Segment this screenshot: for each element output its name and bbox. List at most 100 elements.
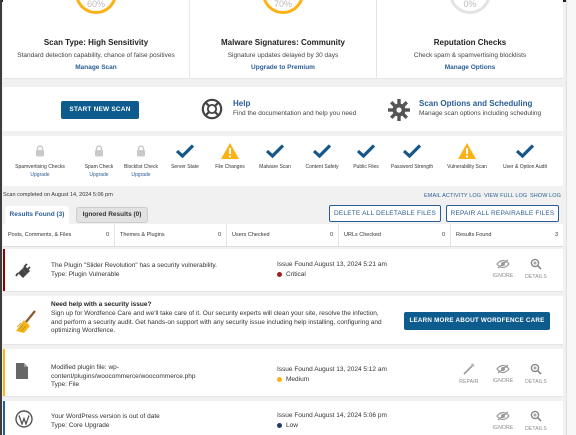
repair-button[interactable]: REPAIR [455, 363, 483, 385]
checkmark-icon [402, 144, 422, 159]
stage-spamvertising: Spamvertising Checks Upgrade [9, 141, 71, 178]
gauge-value: 70% [273, 0, 292, 9]
card-title: Scan Type: High Sensitivity [43, 38, 149, 47]
card-description: Standard detection capability, chance of… [17, 52, 175, 59]
wand-icon [463, 363, 475, 375]
gear-icon[interactable] [387, 98, 411, 122]
severity-text: Critical [286, 271, 306, 278]
severity-stripe [3, 249, 5, 291]
page-scrollbar[interactable] [566, 0, 576, 435]
issue-type: Type: Core Upgrade [51, 422, 110, 429]
stage-name: Password Strength [390, 164, 434, 170]
warning-icon [458, 143, 476, 159]
issue-type: Type: File [51, 381, 80, 388]
manage-options-link[interactable]: Manage Options [377, 64, 563, 71]
ignore-label: IGNORE [492, 425, 514, 431]
gauge-value: 0% [463, 0, 477, 9]
broom-icon [16, 310, 36, 333]
lock-icon [36, 145, 44, 157]
card-description: Signature updates delayed by 30 days [227, 52, 339, 59]
view-full-log-link[interactable]: VIEW FULL LOG [484, 193, 527, 199]
severity-stripe [3, 349, 5, 396]
malware-signatures-card: 70% Malware Signatures: Community Signat… [190, 0, 377, 78]
reputation-gauge: 0% [449, 0, 491, 14]
learn-more-wordfence-care-button[interactable]: LEARN MORE ABOUT WORDFENCE CARE [404, 312, 550, 330]
scan-status-cards: 60% Scan Type: High Sensitivity Standard… [3, 0, 563, 79]
plug-icon [15, 263, 31, 278]
summary-themes-plugins: Themes & Plugins 0 [115, 224, 227, 247]
summary-urls-checked: URLs Checked 0 [339, 224, 451, 247]
ignore-button[interactable]: IGNORE [489, 411, 517, 431]
issue-title-line-2: content/plugins/woocommerce/woocommerce.… [51, 373, 196, 380]
email-activity-log-link[interactable]: EMAIL ACTIVITY LOG [424, 193, 481, 199]
card-title: Reputation Checks [433, 38, 507, 47]
scan-type-card: 60% Scan Type: High Sensitivity Standard… [3, 0, 190, 78]
summary-posts-files: Posts, Comments, & Files 0 [3, 224, 115, 247]
help-description: Find the documentation and help you need [233, 110, 357, 117]
severity-stripe [3, 401, 5, 435]
ignore-button[interactable]: IGNORE [489, 259, 517, 279]
stage-upgrade-link[interactable]: Upgrade [110, 172, 172, 178]
start-new-scan-button[interactable]: START NEW SCAN [61, 101, 139, 119]
help-link[interactable]: Help [233, 99, 250, 108]
severity-dot [277, 423, 282, 428]
issue-row[interactable]: Your WordPress version is out of date Ty… [3, 401, 563, 435]
checkmark-icon [312, 144, 332, 159]
issue-row[interactable]: The Plugin "Slider Revolution" has a sec… [3, 249, 563, 292]
summary-label: Themes & Plugins [120, 232, 165, 238]
repair-all-repairable-button[interactable]: REPAIR ALL REPAIRABLE FILES [446, 205, 559, 222]
eye-slash-icon [496, 411, 510, 421]
details-button[interactable]: DETAILS [522, 258, 550, 280]
severity-label: Medium [277, 376, 309, 383]
show-log-link[interactable]: SHOW LOG [530, 193, 561, 199]
details-label: DETAILS [525, 274, 547, 280]
stage-upgrade-link[interactable]: Upgrade [9, 172, 71, 178]
eye-slash-icon [496, 259, 510, 269]
summary-label: URLs Checked [344, 232, 381, 238]
tab-ignored-results[interactable]: Ignored Results (0) [76, 207, 148, 223]
zoom-icon [530, 410, 542, 422]
ignore-button[interactable]: IGNORE [489, 364, 517, 384]
severity-dot [277, 377, 282, 382]
card-title: Malware Signatures: Community [220, 38, 346, 47]
summary-label: Posts, Comments, & Files [8, 232, 72, 238]
warning-icon [221, 143, 239, 159]
summary-value: 0 [105, 232, 109, 238]
wordfence-scan-page: 60% Scan Type: High Sensitivity Standard… [0, 0, 576, 435]
details-button[interactable]: DETAILS [522, 363, 550, 385]
summary-label: Results Found [456, 232, 492, 238]
card-description: Check spam & spamvertising blocklists [413, 52, 527, 59]
checkmark-icon [356, 144, 376, 159]
stage-name: Vulnerability Scan [447, 164, 487, 170]
file-icon [16, 363, 28, 379]
summary-label: Users Checked [232, 232, 270, 238]
details-button[interactable]: DETAILS [522, 410, 550, 432]
ignore-label: IGNORE [492, 378, 514, 384]
issue-found-date: Issue Found August 14, 2024 5:06 pm [277, 412, 387, 419]
stage-name: Spamvertising Checks [15, 164, 65, 170]
tab-results-found[interactable]: Results Found (3) [5, 206, 69, 224]
issue-title: Your WordPress version is out of date [51, 413, 160, 420]
issue-row[interactable]: Modified plugin file: wp- content/plugin… [3, 349, 563, 397]
issue-found-date: Issue Found August 13, 2024 5:12 am [277, 366, 387, 373]
reputation-checks-card: 0% Reputation Checks Check spam & spamve… [377, 0, 563, 78]
summary-value: 0 [329, 232, 333, 238]
issue-type: Type: Plugin Vulnerable [51, 271, 120, 278]
delete-all-deletable-button[interactable]: DELETE ALL DELETABLE FILES [329, 205, 441, 222]
scan-options-link[interactable]: Scan Options and Scheduling [419, 99, 532, 108]
ignore-label: IGNORE [492, 273, 514, 279]
details-label: DETAILS [525, 426, 547, 432]
zoom-icon [530, 258, 542, 270]
upgrade-premium-link[interactable]: Upgrade to Premium [190, 64, 376, 71]
promo-text: Sign up for Wordfence Care and we'll tak… [51, 310, 382, 334]
left-edge [0, 0, 2, 435]
lifebuoy-icon[interactable] [201, 98, 223, 120]
manage-scan-link[interactable]: Manage Scan [3, 64, 189, 71]
repair-label: REPAIR [459, 379, 479, 385]
stage-password-strength: Password Strength [381, 141, 443, 170]
summary-results-found: Results Found 3 [451, 224, 563, 247]
scan-type-gauge: 60% [75, 0, 117, 14]
issue-title: The Plugin "Slider Revolution" has a sec… [51, 262, 217, 269]
severity-label: Low [277, 422, 298, 429]
details-label: DETAILS [525, 379, 547, 385]
